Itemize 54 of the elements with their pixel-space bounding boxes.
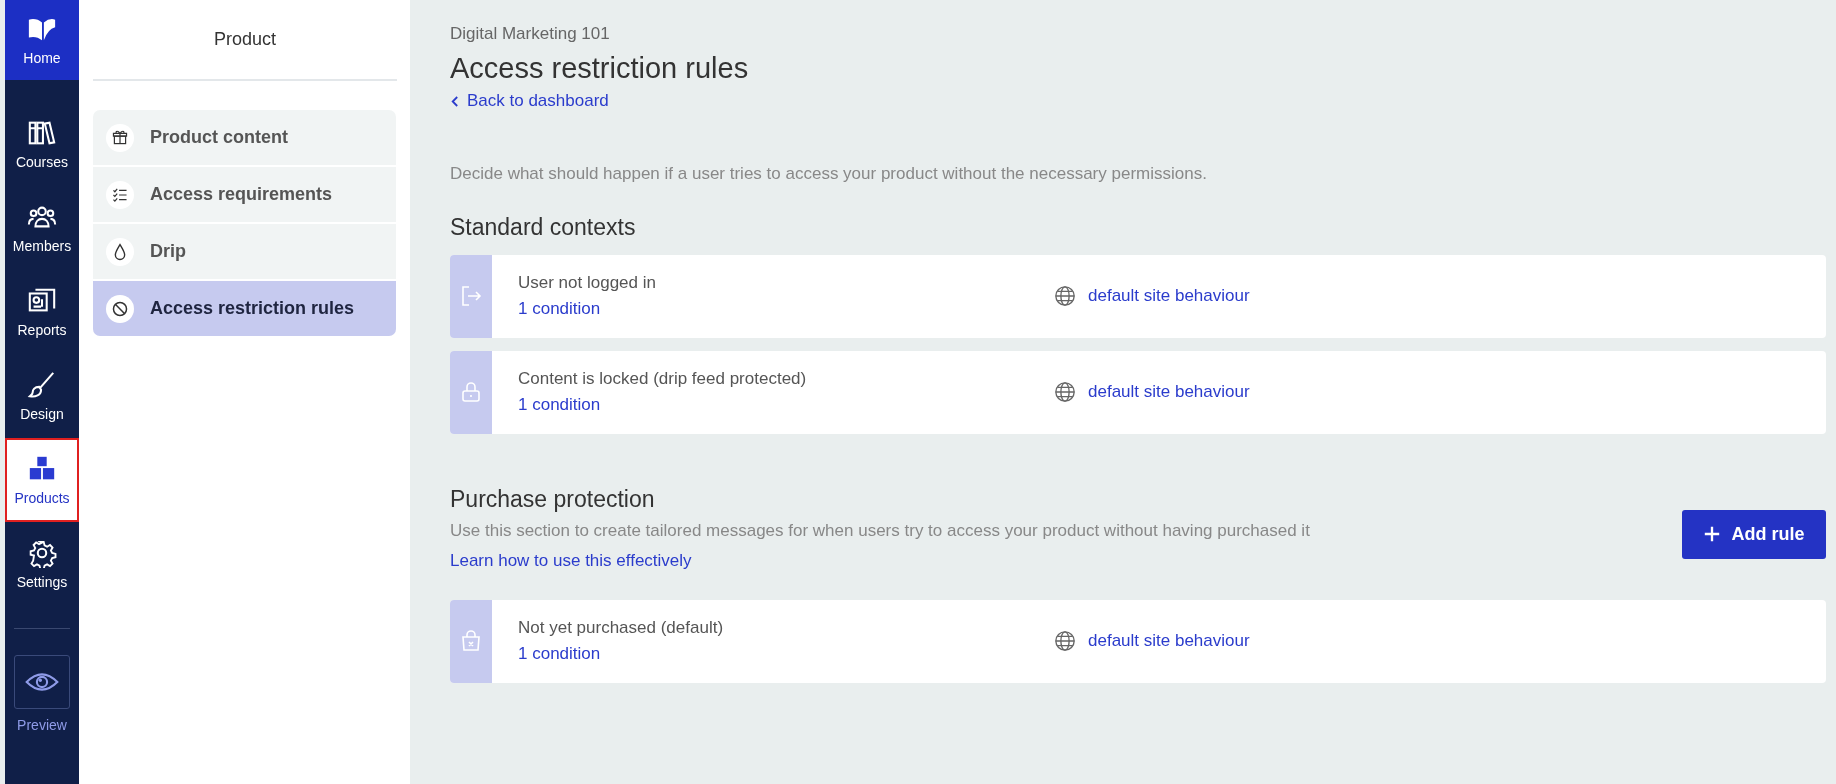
nav-item[interactable]: Reports	[5, 270, 79, 354]
nav-label: Courses	[15, 154, 69, 170]
section-description: Use this section to create tailored messages for when users try to access your product without having purchased it	[450, 520, 1310, 541]
nav-item[interactable]: Design	[5, 354, 79, 438]
eye-icon	[25, 671, 59, 693]
nav-item[interactable]: Home	[5, 0, 79, 80]
conditions-link[interactable]: 1 condition	[518, 395, 1054, 415]
rule-name: User not logged in	[518, 273, 657, 293]
nav-label: Home	[23, 50, 61, 66]
rule-name: Not yet purchased (default)	[518, 618, 725, 638]
page-description: Decide what should happen if a user tries to access your product without the necessary permissions.	[450, 163, 1208, 184]
sidebar-item[interactable]: Drip	[93, 224, 396, 281]
settings-icon	[27, 538, 57, 568]
chevron-left-icon	[450, 94, 459, 108]
behaviour-link[interactable]: default site behaviour	[1088, 382, 1250, 402]
globe-icon	[1054, 630, 1076, 652]
sidebar-item[interactable]: Access requirements	[93, 167, 396, 224]
section-heading: Standard contexts	[450, 213, 637, 241]
section-heading: Purchase protection	[450, 485, 656, 513]
conditions-link[interactable]: 1 condition	[518, 644, 1054, 664]
nav-item[interactable]: Settings	[5, 522, 79, 606]
sidebar-item[interactable]: Access restriction rules	[93, 281, 396, 336]
rule-name: Content is locked (drip feed protected)	[518, 369, 808, 389]
conditions-link[interactable]: 1 condition	[518, 299, 1054, 319]
nav-item[interactable]: Members	[5, 186, 79, 270]
add-rule-button[interactable]: Add rule	[1682, 509, 1826, 559]
behaviour-link[interactable]: default site behaviour	[1088, 631, 1250, 651]
nav-item[interactable]: Products	[5, 438, 79, 522]
bag-icon	[459, 629, 483, 653]
box-icon	[106, 123, 134, 152]
globe-icon	[1054, 381, 1076, 403]
sidebar-item[interactable]: Product content	[93, 110, 396, 167]
nav-label: Settings	[16, 574, 68, 590]
checklist-icon	[106, 180, 134, 209]
preview-button[interactable]	[14, 655, 70, 709]
nav-item[interactable]: Courses	[5, 102, 79, 186]
preview-label: Preview	[17, 717, 67, 733]
nav-label: Members	[12, 238, 72, 254]
learn-link[interactable]: Learn how to use this effectively	[450, 550, 1310, 571]
globe-icon	[1054, 285, 1076, 307]
behaviour-link[interactable]: default site behaviour	[1088, 286, 1250, 306]
plus-icon	[1703, 525, 1722, 543]
nav-label: Products	[14, 490, 70, 506]
lock-icon	[459, 380, 483, 404]
brush-icon	[27, 370, 57, 400]
nav-label: Design	[20, 406, 64, 422]
drop-icon	[106, 237, 134, 266]
page-title: Access restriction rules	[450, 52, 750, 85]
prohibited-icon	[106, 294, 134, 323]
breadcrumb: Digital Marketing 101	[450, 24, 611, 44]
exit-icon	[459, 284, 483, 308]
nav-label: Reports	[17, 322, 67, 338]
sidebar-title: Product	[93, 0, 397, 81]
back-link[interactable]: Back to dashboard	[450, 91, 609, 111]
